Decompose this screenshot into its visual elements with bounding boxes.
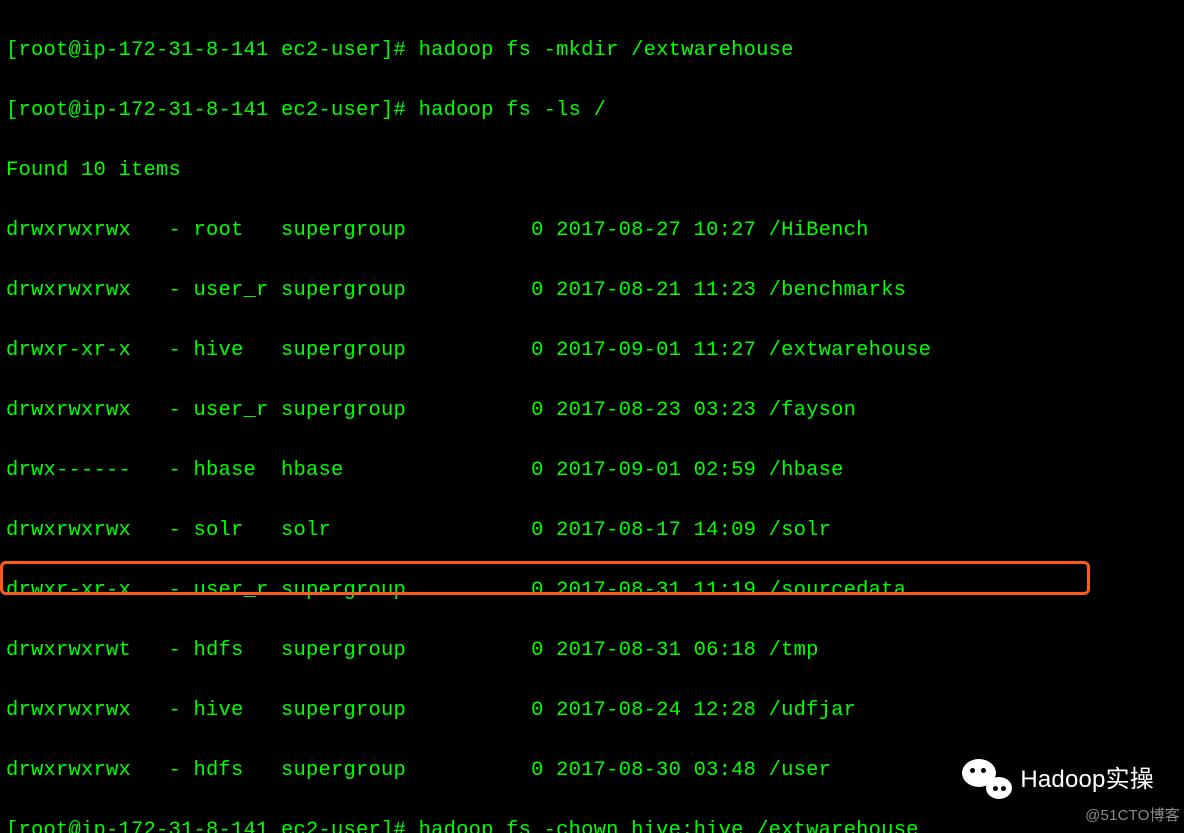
list1-row: drwxrwxrwt - hdfs supergroup 0 2017-08-3… <box>6 636 1184 666</box>
list1-row: drwxrwxrwx - root supergroup 0 2017-08-2… <box>6 216 1184 246</box>
list1-row: drwxrwxrwx - hive supergroup 0 2017-08-2… <box>6 696 1184 726</box>
command-line-chown: [root@ip-172-31-8-141 ec2-user]# hadoop … <box>6 816 1184 833</box>
list1-row: drwxrwxrwx - user_r supergroup 0 2017-08… <box>6 396 1184 426</box>
command-line-mkdir: [root@ip-172-31-8-141 ec2-user]# hadoop … <box>6 36 1184 66</box>
list1-row: drwxrwxrwx - user_r supergroup 0 2017-08… <box>6 276 1184 306</box>
list1-row: drwxr-xr-x - user_r supergroup 0 2017-08… <box>6 576 1184 606</box>
list1-row: drwxr-xr-x - hive supergroup 0 2017-09-0… <box>6 336 1184 366</box>
cmd-chown-text: hadoop fs -chown hive:hive /extwarehouse <box>419 819 919 833</box>
cmd-ls1-text: hadoop fs -ls / <box>419 99 607 122</box>
cmd-mkdir-text: hadoop fs -mkdir /extwarehouse <box>419 39 794 62</box>
terminal-window[interactable]: [root@ip-172-31-8-141 ec2-user]# hadoop … <box>0 0 1184 833</box>
wechat-badge: Hadoop实操 <box>962 759 1154 801</box>
prompt: [root@ip-172-31-8-141 ec2-user]# <box>6 39 406 62</box>
badge-text: Hadoop实操 <box>1020 765 1154 795</box>
list1-row: drwx------ - hbase hbase 0 2017-09-01 02… <box>6 456 1184 486</box>
prompt: [root@ip-172-31-8-141 ec2-user]# <box>6 99 406 122</box>
command-line-ls1: [root@ip-172-31-8-141 ec2-user]# hadoop … <box>6 96 1184 126</box>
wechat-icon <box>962 759 1014 801</box>
prompt: [root@ip-172-31-8-141 ec2-user]# <box>6 819 406 833</box>
list1-row: drwxrwxrwx - solr solr 0 2017-08-17 14:0… <box>6 516 1184 546</box>
watermark-text: @51CTO博客 <box>1085 801 1180 831</box>
found-header-1: Found 10 items <box>6 156 1184 186</box>
